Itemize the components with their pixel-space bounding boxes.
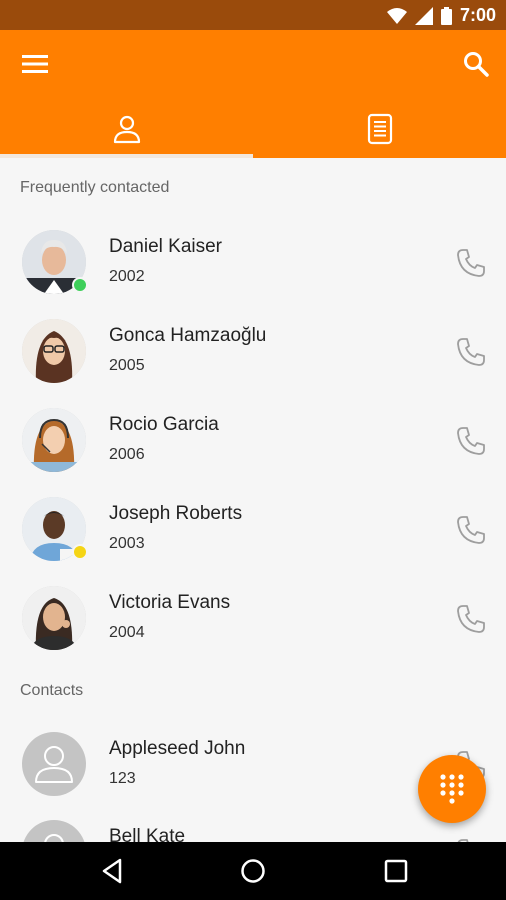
avatar — [22, 586, 86, 650]
contact-row[interactable]: Gonca Hamzaoğlu 2005 — [0, 307, 506, 395]
contact-extension: 2006 — [109, 446, 145, 463]
status-time: 7:00 — [459, 5, 496, 25]
contact-name: Bell Kate — [109, 826, 186, 842]
phone-icon — [457, 427, 485, 455]
home-icon — [241, 859, 265, 883]
contact-name: Daniel Kaiser — [109, 236, 222, 257]
back-button[interactable] — [96, 855, 128, 887]
person-icon — [113, 115, 140, 144]
signal-icon — [414, 6, 433, 25]
phone-icon — [457, 249, 485, 277]
home-button[interactable] — [237, 855, 269, 887]
contact-extension: 2005 — [109, 357, 145, 374]
tab-history[interactable] — [253, 100, 506, 158]
avatar — [22, 408, 86, 472]
contacts-list[interactable]: Frequently contacted Daniel Kaiser 2002 — [0, 158, 506, 842]
contact-extension: 2003 — [109, 535, 145, 552]
recents-icon — [384, 859, 408, 883]
phone-icon — [457, 516, 485, 544]
navigation-bar — [0, 842, 506, 900]
call-button[interactable] — [454, 335, 488, 369]
menu-button[interactable] — [20, 52, 50, 76]
default-avatar — [22, 820, 86, 842]
app-bar — [0, 30, 506, 158]
contact-extension: 2002 — [109, 268, 145, 285]
dialpad-button[interactable] — [418, 755, 486, 823]
call-button[interactable] — [454, 602, 488, 636]
recents-button[interactable] — [380, 855, 412, 887]
online-status-dot — [72, 277, 88, 293]
contact-row[interactable]: Daniel Kaiser 2002 — [0, 218, 506, 306]
search-button[interactable] — [462, 50, 490, 78]
call-button[interactable] — [454, 424, 488, 458]
back-icon — [102, 858, 122, 884]
contact-extension: 2004 — [109, 624, 145, 641]
contact-name: Rocio Garcia — [109, 414, 219, 435]
tab-bar — [0, 100, 506, 158]
away-status-dot — [72, 544, 88, 560]
contact-name: Victoria Evans — [109, 592, 231, 613]
avatar — [22, 319, 86, 383]
menu-icon — [22, 55, 48, 73]
contact-extension: 123 — [109, 770, 136, 787]
dialpad-icon — [440, 774, 464, 804]
phone-icon — [457, 605, 485, 633]
default-avatar — [22, 732, 86, 796]
contact-name: Joseph Roberts — [109, 503, 243, 524]
person-placeholder-icon — [35, 746, 73, 783]
contact-row[interactable]: Joseph Roberts 2003 — [0, 485, 506, 573]
battery-icon — [440, 6, 452, 25]
status-bar: 7:00 — [0, 0, 506, 30]
section-header-contacts: Contacts — [20, 682, 84, 699]
phone-icon — [457, 338, 485, 366]
wifi-icon — [386, 7, 407, 24]
call-button[interactable] — [454, 513, 488, 547]
contact-name: Gonca Hamzaoğlu — [109, 325, 267, 346]
contact-name: Appleseed John — [109, 738, 246, 759]
tab-contacts[interactable] — [0, 100, 253, 158]
contact-row[interactable]: Rocio Garcia 2006 — [0, 396, 506, 484]
status-icons: 7:00 — [386, 5, 496, 26]
person-placeholder-icon — [44, 834, 64, 842]
search-icon — [464, 52, 489, 77]
contact-row[interactable]: Victoria Evans 2004 — [0, 574, 506, 662]
list-icon — [367, 113, 392, 145]
section-header-frequent: Frequently contacted — [20, 179, 170, 196]
call-button[interactable] — [454, 246, 488, 280]
